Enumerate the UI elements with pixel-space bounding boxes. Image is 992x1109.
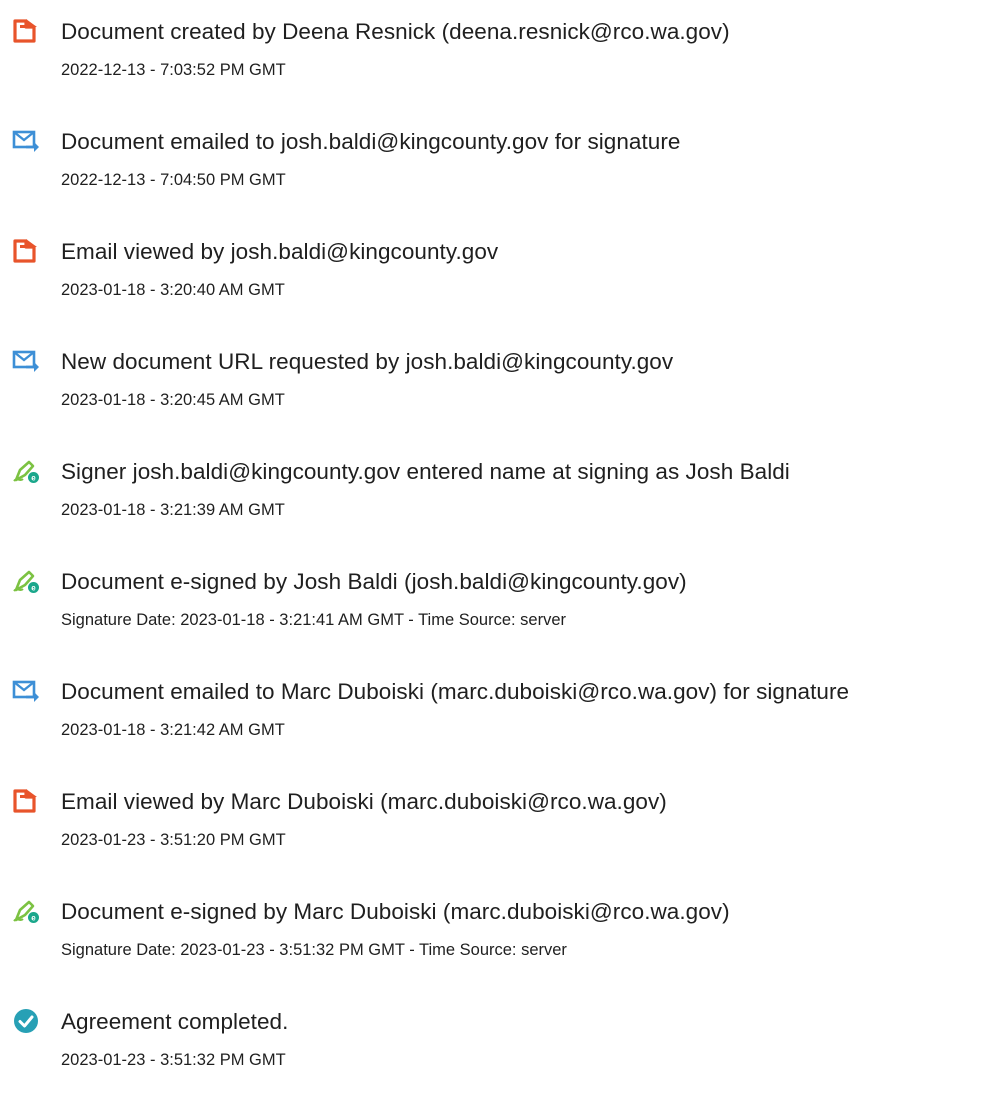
history-event: Document emailed to Marc Duboiski (marc.… (0, 678, 992, 768)
event-timestamp: 2022-12-13 - 7:04:50 PM GMT (61, 171, 286, 189)
event-description: Document emailed to josh.baldi@kingcount… (61, 129, 681, 154)
email-icon (12, 678, 40, 704)
history-event: Document created by Deena Resnick (deena… (0, 18, 992, 108)
event-description: Document created by Deena Resnick (deena… (61, 19, 730, 44)
event-timestamp: 2023-01-18 - 3:21:39 AM GMT (61, 501, 285, 519)
event-description: New document URL requested by josh.baldi… (61, 349, 674, 374)
event-timestamp: Signature Date: 2023-01-18 - 3:21:41 AM … (61, 611, 567, 629)
history-event: Document emailed to josh.baldi@kingcount… (0, 128, 992, 218)
event-timestamp: 2023-01-18 - 3:21:42 AM GMT (61, 721, 285, 739)
document-icon (12, 238, 40, 264)
event-timestamp: Signature Date: 2023-01-23 - 3:51:32 PM … (61, 941, 567, 959)
svg-text:e: e (31, 914, 36, 923)
email-icon (12, 128, 40, 154)
event-description: Document emailed to Marc Duboiski (marc.… (61, 679, 850, 704)
document-icon (12, 788, 40, 814)
event-description: Document e-signed by Josh Baldi (josh.ba… (61, 569, 687, 594)
history-event: e Document e-signed by Marc Duboiski (ma… (0, 898, 992, 988)
event-timestamp: 2023-01-18 - 3:20:40 AM GMT (61, 281, 285, 299)
history-event: New document URL requested by josh.baldi… (0, 348, 992, 438)
svg-text:e: e (31, 584, 36, 593)
event-timestamp: 2023-01-23 - 3:51:20 PM GMT (61, 831, 286, 849)
signature-pen-icon: e (12, 898, 40, 924)
history-event: Agreement completed. 2023-01-23 - 3:51:3… (0, 1008, 992, 1098)
history-event: Email viewed by Marc Duboiski (marc.dubo… (0, 788, 992, 878)
history-event: Email viewed by josh.baldi@kingcounty.go… (0, 238, 992, 328)
event-timestamp: 2023-01-18 - 3:20:45 AM GMT (61, 391, 285, 409)
history-event: e Document e-signed by Josh Baldi (josh.… (0, 568, 992, 658)
event-timestamp: 2023-01-23 - 3:51:32 PM GMT (61, 1051, 286, 1069)
event-description: Agreement completed. (61, 1009, 289, 1034)
svg-text:e: e (31, 474, 36, 483)
history-event: e Signer josh.baldi@kingcounty.gov enter… (0, 458, 992, 548)
event-description: Document e-signed by Marc Duboiski (marc… (61, 899, 730, 924)
event-description: Email viewed by Marc Duboiski (marc.dubo… (61, 789, 667, 814)
signature-pen-icon: e (12, 458, 40, 484)
signature-pen-icon: e (12, 568, 40, 594)
event-description: Signer josh.baldi@kingcounty.gov entered… (61, 459, 790, 484)
event-timestamp: 2022-12-13 - 7:03:52 PM GMT (61, 61, 286, 79)
checkmark-circle-icon (12, 1008, 40, 1034)
email-icon (12, 348, 40, 374)
event-description: Email viewed by josh.baldi@kingcounty.go… (61, 239, 499, 264)
document-icon (12, 18, 40, 44)
